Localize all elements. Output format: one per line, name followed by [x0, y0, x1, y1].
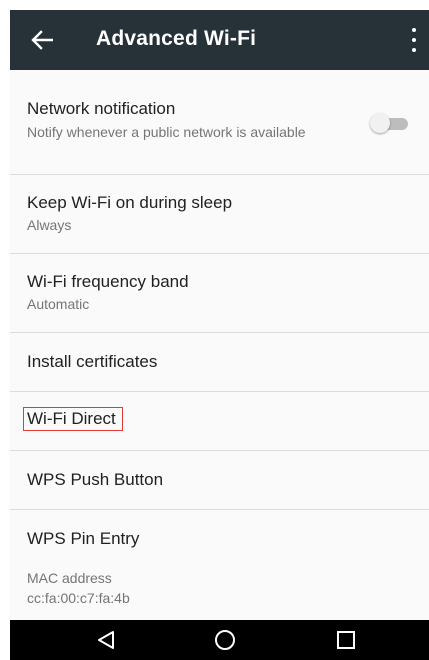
setting-title: Keep Wi-Fi on during sleep [27, 193, 233, 212]
setting-title: Wi-Fi frequency band [27, 272, 189, 291]
mac-address-label: MAC address [27, 570, 112, 586]
toggle-thumb [370, 113, 390, 133]
setting-wifi-direct[interactable]: Wi-Fi Direct [10, 392, 429, 451]
screen: Advanced Wi-Fi Network notification Noti… [10, 10, 429, 660]
setting-title: WPS Pin Entry [27, 529, 140, 548]
setting-summary: Automatic [27, 296, 90, 312]
setting-frequency-band[interactable]: Wi-Fi frequency band Automatic [10, 254, 429, 333]
setting-title: Network notification [27, 99, 176, 118]
page-title: Advanced Wi-Fi [96, 27, 257, 50]
setting-wps-push-button[interactable]: WPS Push Button [10, 451, 429, 510]
setting-summary: Notify whenever a public network is avai… [27, 124, 306, 140]
circle-home-icon[interactable] [205, 626, 245, 654]
setting-network-notification[interactable]: Network notification Notify whenever a p… [10, 70, 429, 175]
setting-title: Install certificates [27, 352, 158, 371]
system-nav-bar [10, 620, 429, 660]
triangle-back-icon[interactable] [86, 626, 126, 654]
setting-title: WPS Push Button [27, 470, 164, 489]
more-vert-icon[interactable] [409, 28, 419, 52]
app-bar: Advanced Wi-Fi [10, 10, 429, 70]
setting-summary: Always [27, 217, 72, 233]
settings-list: Network notification Notify whenever a p… [10, 70, 429, 569]
setting-keep-wifi-on[interactable]: Keep Wi-Fi on during sleep Always [10, 175, 429, 254]
mac-address-info: MAC address cc:fa:00:c7:fa:4b [10, 556, 429, 620]
square-recents-icon[interactable] [326, 626, 366, 654]
setting-install-certificates[interactable]: Install certificates [10, 333, 429, 392]
arrow-left-icon[interactable] [28, 25, 56, 55]
mac-address-value: cc:fa:00:c7:fa:4b [27, 590, 130, 606]
wifi-direct-label: Wi-Fi Direct [23, 407, 123, 431]
network-notification-toggle[interactable] [370, 113, 408, 133]
